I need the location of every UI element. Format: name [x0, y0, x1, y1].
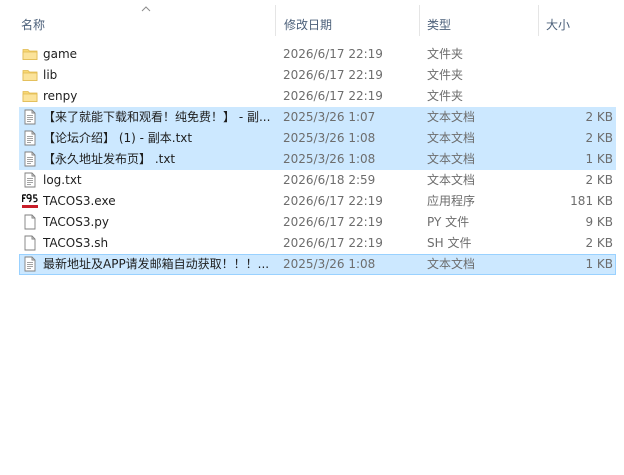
column-type[interactable]: 类型	[427, 16, 451, 33]
text-file-icon	[22, 109, 38, 125]
file-size: 2 KB	[585, 110, 613, 124]
file-date: 2026/6/18 2:59	[283, 173, 376, 187]
file-explorer: 名称 修改日期 类型 大小 game 2026/6/17 22:19 文件夹 l…	[0, 0, 624, 475]
file-name: game	[43, 47, 78, 61]
file-type: 文件夹	[427, 47, 464, 61]
folder-icon	[22, 88, 38, 104]
file-date: 2026/6/17 22:19	[283, 236, 383, 250]
folder-icon	[22, 67, 38, 83]
file-name: TACOS3.exe	[43, 194, 116, 208]
blank-file-icon	[22, 214, 38, 230]
text-file-icon	[22, 151, 38, 167]
file-row[interactable]: TACOS3.sh 2026/6/17 22:19 SH 文件 2 KB	[19, 233, 616, 254]
file-type: 文件夹	[427, 68, 464, 82]
file-date: 2026/6/17 22:19	[283, 215, 383, 229]
file-type: 文本文档	[427, 257, 476, 271]
file-size: 2 KB	[585, 236, 613, 250]
column-name[interactable]: 名称	[21, 16, 45, 33]
file-row[interactable]: 【来了就能下载和观看！纯免费！】 - 副... 2025/3/26 1:07 文…	[19, 107, 616, 128]
file-row[interactable]: game 2026/6/17 22:19 文件夹	[19, 44, 616, 65]
text-file-icon	[22, 130, 38, 146]
file-row[interactable]: lib 2026/6/17 22:19 文件夹	[19, 65, 616, 86]
text-file-icon	[22, 256, 38, 272]
file-row[interactable]: 【论坛介绍】 (1) - 副本.txt 2025/3/26 1:08 文本文档 …	[19, 128, 616, 149]
file-type: 应用程序	[427, 194, 476, 208]
file-date: 2025/3/26 1:07	[283, 110, 376, 124]
file-date: 2026/6/17 22:19	[283, 194, 383, 208]
file-date: 2026/6/17 22:19	[283, 47, 383, 61]
column-divider[interactable]	[538, 5, 539, 36]
column-divider[interactable]	[275, 5, 276, 36]
file-date: 2026/6/17 22:19	[283, 68, 383, 82]
file-row[interactable]: log.txt 2026/6/18 2:59 文本文档 2 KB	[19, 170, 616, 191]
file-name: TACOS3.py	[43, 215, 110, 229]
file-type: 文件夹	[427, 89, 464, 103]
file-type: 文本文档	[427, 152, 476, 166]
file-type: 文本文档	[427, 110, 476, 124]
folder-icon	[22, 46, 38, 62]
text-file-icon	[22, 172, 38, 188]
file-date: 2025/3/26 1:08	[283, 257, 376, 271]
file-name: 最新地址及APP请发邮箱自动获取！！！...	[43, 257, 270, 271]
file-date: 2025/3/26 1:08	[283, 152, 376, 166]
file-row[interactable]: 【永久地址发布页】 .txt 2025/3/26 1:08 文本文档 1 KB	[19, 149, 616, 170]
file-row[interactable]: TACOS3.py 2026/6/17 22:19 PY 文件 9 KB	[19, 212, 616, 233]
column-date[interactable]: 修改日期	[284, 16, 332, 33]
file-name: TACOS3.sh	[43, 236, 109, 250]
file-size: 2 KB	[585, 131, 613, 145]
file-date: 2025/3/26 1:08	[283, 131, 376, 145]
file-size: 1 KB	[585, 152, 613, 166]
f95-app-icon	[21, 193, 38, 209]
sort-ascending-icon	[141, 6, 151, 12]
blank-file-icon	[22, 235, 38, 251]
file-type: SH 文件	[427, 236, 472, 250]
file-name: renpy	[43, 89, 78, 103]
file-name: log.txt	[43, 173, 82, 187]
column-divider[interactable]	[419, 5, 420, 36]
file-type: PY 文件	[427, 215, 470, 229]
file-name: 【论坛介绍】 (1) - 副本.txt	[43, 131, 193, 145]
file-name: 【来了就能下载和观看！纯免费！】 - 副...	[43, 110, 271, 124]
file-size: 1 KB	[585, 257, 613, 271]
file-row[interactable]: renpy 2026/6/17 22:19 文件夹	[19, 86, 616, 107]
column-size[interactable]: 大小	[546, 16, 570, 33]
file-name: lib	[43, 68, 58, 82]
file-name: 【永久地址发布页】 .txt	[43, 152, 176, 166]
file-size: 9 KB	[585, 215, 613, 229]
file-type: 文本文档	[427, 173, 476, 187]
file-size: 181 KB	[570, 194, 613, 208]
file-type: 文本文档	[427, 131, 476, 145]
file-size: 2 KB	[585, 173, 613, 187]
file-date: 2026/6/17 22:19	[283, 89, 383, 103]
file-row[interactable]: TACOS3.exe 2026/6/17 22:19 应用程序 181 KB	[19, 191, 616, 212]
file-row[interactable]: 最新地址及APP请发邮箱自动获取！！！... 2025/3/26 1:08 文本…	[19, 254, 616, 275]
